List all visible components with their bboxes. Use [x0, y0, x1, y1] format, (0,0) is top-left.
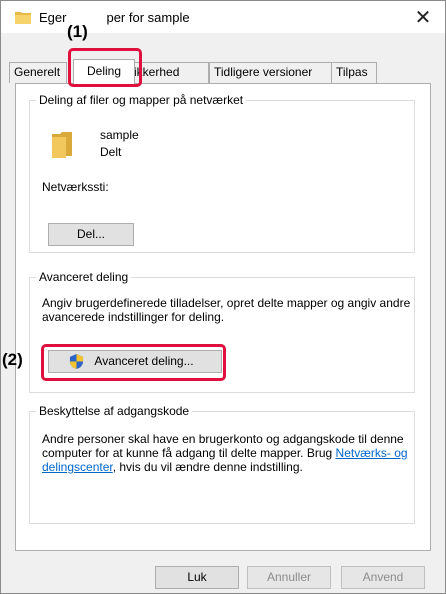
properties-window: Eger per for sample ✕ (1) Generelt Deling…: [0, 0, 446, 594]
share-button-label: Del...: [76, 227, 105, 241]
network-path-label: Netværkssti:: [42, 180, 109, 194]
group-title: Beskyttelse af adgangskode: [39, 404, 190, 418]
tab-label: Tilpas: [336, 65, 368, 79]
close-dialog-button[interactable]: Luk: [155, 566, 239, 589]
folder-status: Delt: [100, 145, 122, 159]
close-dialog-button-label: Luk: [187, 570, 207, 584]
group-title: Avanceret deling: [39, 270, 129, 284]
window-title-start: Eger: [39, 10, 67, 25]
tab-label: Generelt: [14, 65, 61, 79]
share-button[interactable]: Del...: [48, 223, 134, 246]
apply-button[interactable]: Anvend: [341, 566, 425, 589]
tab-previous-versions[interactable]: Tidligere versioner: [209, 62, 335, 83]
tab-sharing[interactable]: Deling: [73, 59, 135, 84]
advanced-sharing-button-label: Avanceret deling...: [94, 354, 194, 368]
cancel-button[interactable]: Annuller: [247, 566, 331, 589]
folder-icon: [15, 12, 31, 24]
tab-label: Tidligere versioner: [214, 65, 313, 79]
sharing-panel: Deling af filer og mapper på netværket s…: [15, 83, 431, 551]
folder-name: sample: [100, 128, 139, 142]
advanced-sharing-group: Avanceret deling: [29, 270, 415, 393]
advanced-description: Angiv brugerdefinerede tilladelser, opre…: [42, 296, 411, 324]
uac-shield-icon: [69, 354, 84, 369]
window-title-end: per for sample: [106, 10, 190, 25]
tab-general[interactable]: Generelt: [9, 62, 67, 83]
callout-1: (1): [67, 22, 88, 41]
group-title: Deling af filer og mapper på netværket: [39, 93, 244, 107]
advanced-sharing-button[interactable]: Avanceret deling...: [48, 350, 222, 373]
close-icon: ✕: [414, 6, 432, 29]
close-button[interactable]: ✕: [401, 1, 445, 33]
window-title: Eger per for sample: [39, 10, 190, 25]
password-description: Andre personer skal have en brugerkonto …: [42, 432, 414, 474]
tab-customize[interactable]: Tilpas: [331, 62, 377, 83]
cancel-button-label: Annuller: [266, 570, 312, 584]
apply-button-label: Anvend: [362, 570, 404, 584]
callout-2: (2): [2, 350, 23, 369]
folder-icon: [52, 132, 72, 158]
tab-label: Deling: [86, 64, 122, 78]
password-text-end: , hvis du vil ændre denne indstilling.: [112, 460, 303, 474]
